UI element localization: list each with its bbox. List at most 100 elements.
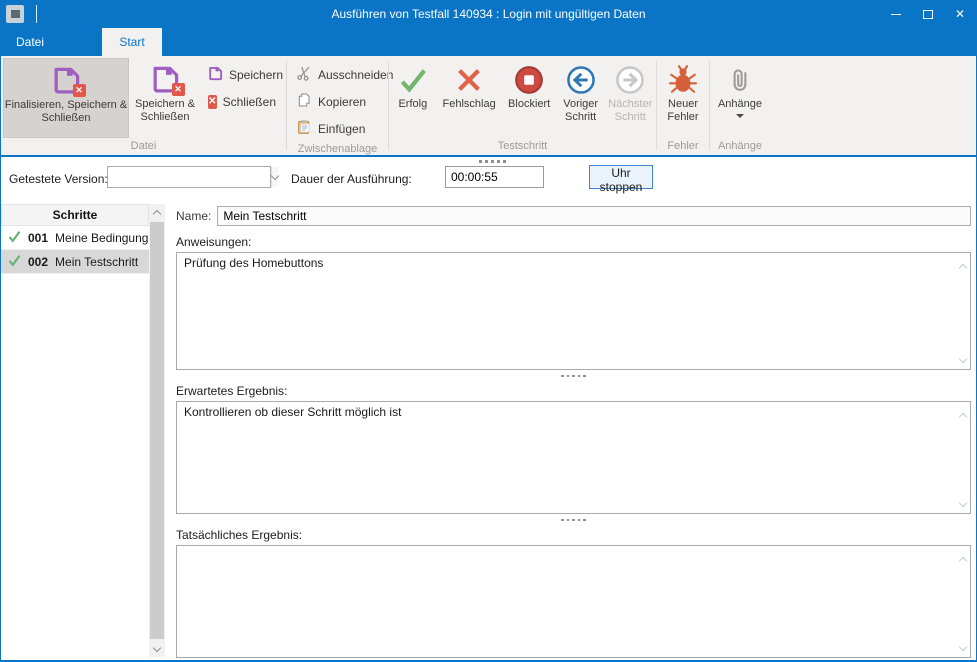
paste-button[interactable]: Einfügen (289, 115, 400, 142)
maximize-button[interactable] (912, 0, 944, 28)
paste-icon (296, 119, 312, 138)
chevron-up-icon (153, 209, 161, 217)
ribbon-group-fehler: Neuer Fehler Fehler (659, 58, 707, 155)
group-separator (656, 61, 657, 150)
content-area: Schritte 001 Meine Bedingung 002 Mein Te… (1, 201, 976, 660)
scroll-down-icon[interactable] (960, 639, 966, 653)
actual-result-label: Tatsächliches Ergebnis: (176, 528, 971, 542)
copy-icon (296, 92, 312, 111)
app-window: Ausführen von Testfall 140934 : Login mi… (0, 0, 977, 662)
splitter-handle[interactable] (176, 514, 971, 526)
execution-toolbar: Getestete Version: Dauer der Ausführung:… (1, 157, 976, 201)
blocked-button[interactable]: Blockiert (504, 58, 555, 138)
group-separator (286, 61, 287, 150)
tab-start[interactable]: Start (102, 28, 162, 56)
chevron-down-icon (736, 114, 744, 118)
duration-label: Dauer der Ausführung: (291, 172, 412, 186)
copy-button[interactable]: Kopieren (289, 88, 400, 115)
stop-icon (513, 61, 545, 98)
ribbon-group-anhaenge: Anhänge Anhänge (712, 58, 768, 155)
next-step-button[interactable]: Nächster Schritt (607, 58, 655, 138)
x-icon (454, 61, 484, 98)
name-input[interactable] (217, 206, 971, 226)
scroll-down-icon[interactable] (960, 351, 966, 365)
ribbon-tab-row: Datei Start (1, 28, 976, 56)
title-separator (36, 5, 37, 23)
name-label: Name: (176, 209, 211, 223)
app-icon[interactable] (6, 5, 24, 23)
failure-button[interactable]: Fehlschlag (439, 58, 500, 138)
scroll-up-button[interactable] (149, 204, 165, 220)
steps-sidebar: Schritte 001 Meine Bedingung 002 Mein Te… (1, 201, 167, 660)
step-detail-form: Name: Anweisungen: Prüfung des Homebutto… (167, 201, 976, 660)
group-label-fehler: Fehler (659, 139, 707, 155)
actual-result-textarea[interactable] (177, 546, 970, 657)
stop-clock-button[interactable]: Uhr stoppen (589, 165, 653, 189)
previous-step-button[interactable]: Voriger Schritt (559, 58, 603, 138)
save-icon (208, 66, 223, 84)
step-label: Meine Bedingung (55, 231, 148, 245)
expected-result-label: Erwartetes Ergebnis: (176, 384, 971, 398)
scroll-up-icon[interactable] (960, 257, 966, 271)
steps-list: 001 Meine Bedingung 002 Mein Testschritt (1, 226, 149, 274)
save-and-close-button[interactable]: ✕ Speichern & Schließen (129, 58, 201, 138)
step-list-item[interactable]: 001 Meine Bedingung (1, 226, 149, 250)
arrow-right-icon (614, 61, 646, 98)
bug-icon (668, 61, 698, 98)
close-red-icon: ✕ (208, 95, 217, 109)
sidebar-scrollbar[interactable] (149, 204, 165, 657)
cut-button[interactable]: Ausschneiden (289, 61, 400, 88)
tab-datei[interactable]: Datei (7, 28, 53, 56)
group-label-zwischenablage: Zwischenablage (289, 142, 386, 158)
check-icon (8, 230, 21, 246)
ribbon-group-testschritt: Erfolg Fehlschlag Blockiert (391, 58, 654, 155)
scroll-down-button[interactable] (149, 641, 165, 657)
actual-result-field (176, 545, 971, 658)
group-label-anhaenge: Anhänge (712, 139, 768, 155)
window-title: Ausführen von Testfall 140934 : Login mi… (1, 7, 976, 21)
group-separator (709, 61, 710, 150)
maximize-icon (923, 10, 933, 19)
splitter-handle[interactable] (176, 370, 971, 382)
scroll-up-icon[interactable] (960, 406, 966, 420)
steps-header: Schritte (1, 204, 149, 226)
ribbon-group-zwischenablage: Ausschneiden Kopieren Einfügen (289, 58, 386, 155)
splitter-handle[interactable] (479, 160, 506, 163)
scroll-up-icon[interactable] (960, 550, 966, 564)
save-button[interactable]: Speichern (201, 61, 283, 88)
title-bar: Ausführen von Testfall 140934 : Login mi… (1, 0, 976, 28)
instructions-field: Prüfung des Homebuttons (176, 252, 971, 370)
expected-result-textarea[interactable]: Kontrollieren ob dieser Schritt möglich … (177, 402, 970, 513)
tested-version-combobox[interactable] (107, 166, 271, 188)
chevron-down-icon (153, 643, 161, 651)
attachments-button[interactable]: Anhänge (712, 58, 768, 138)
step-number: 001 (28, 231, 48, 245)
minimize-icon (891, 14, 901, 15)
save-close-icon: ✕ (150, 64, 181, 95)
group-label-datei: Datei (3, 139, 284, 155)
paperclip-icon (726, 61, 754, 98)
instructions-textarea[interactable]: Prüfung des Homebuttons (177, 253, 970, 369)
tested-version-label: Getestete Version: (9, 172, 108, 186)
close-button[interactable]: ✕ (944, 0, 976, 28)
combobox-dropdown-button[interactable] (271, 167, 278, 187)
check-icon (398, 61, 428, 98)
tested-version-input[interactable] (108, 167, 271, 187)
close-icon: ✕ (955, 8, 965, 20)
expected-result-field: Kontrollieren ob dieser Schritt möglich … (176, 401, 971, 514)
instructions-label: Anweisungen: (176, 235, 971, 249)
new-defect-button[interactable]: Neuer Fehler (659, 58, 707, 138)
duration-input[interactable] (445, 166, 544, 188)
step-label: Mein Testschritt (55, 255, 138, 269)
check-icon (8, 254, 21, 270)
scrollbar-thumb[interactable] (150, 222, 164, 639)
scroll-down-icon[interactable] (960, 495, 966, 509)
arrow-left-icon (565, 61, 597, 98)
success-button[interactable]: Erfolg (391, 58, 435, 138)
group-separator (388, 61, 389, 150)
finalize-save-close-button[interactable]: ✕ Finalisieren, Speichern & Schließen (3, 58, 129, 138)
close-document-button[interactable]: ✕ Schließen (201, 88, 283, 115)
step-list-item-selected[interactable]: 002 Mein Testschritt (1, 250, 149, 274)
minimize-button[interactable] (880, 0, 912, 28)
step-number: 002 (28, 255, 48, 269)
